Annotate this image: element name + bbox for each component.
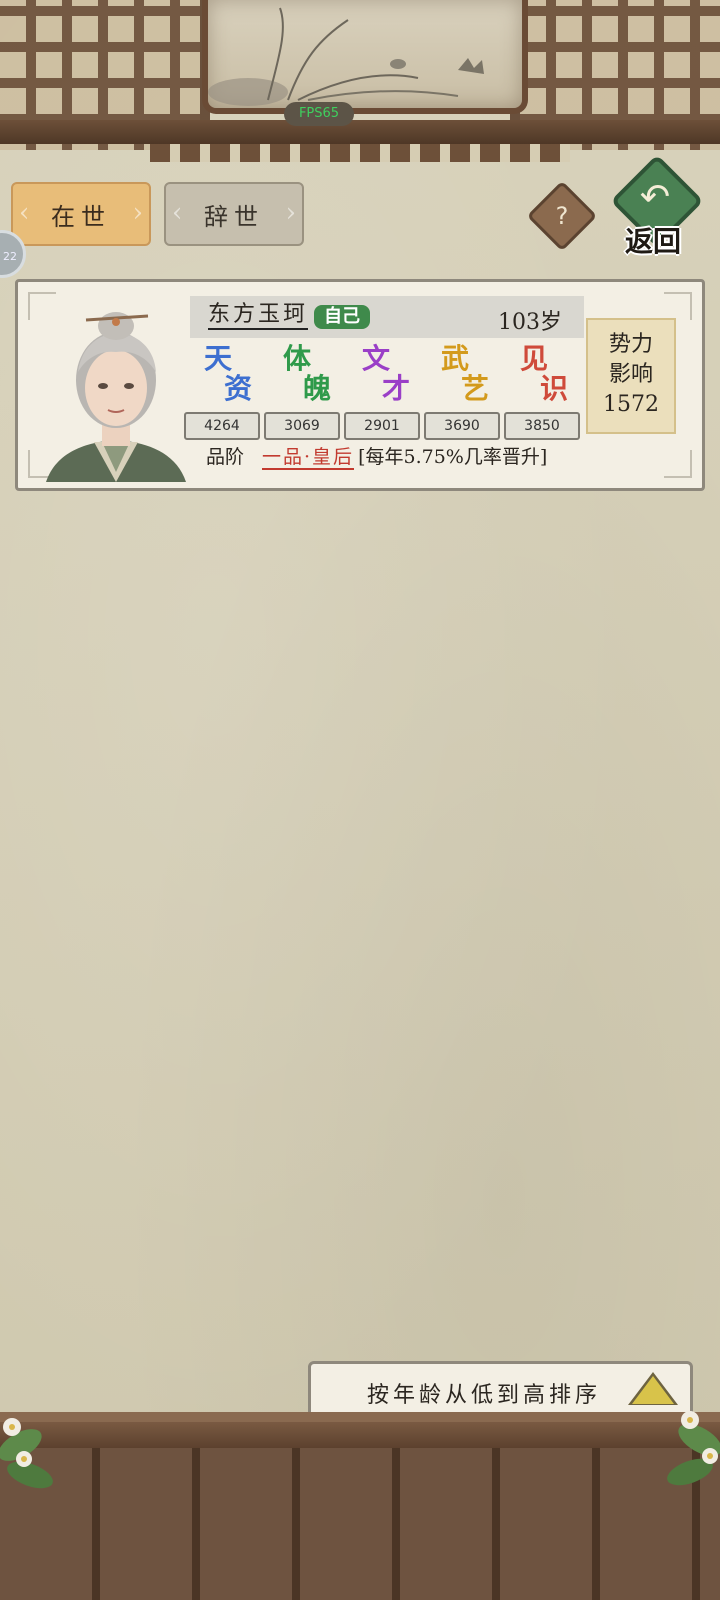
stat-physique-value: 3069 [264,412,340,440]
back-button[interactable]: ↶ 返回 [602,154,704,260]
stat-talent: 天资 [194,344,270,408]
question-icon: ? [555,202,569,230]
stat-martial: 武艺 [431,344,507,408]
rank-promotion-note: [每年5.75%几率晋升] [358,446,548,468]
stat-label-char: 魄 [303,372,332,405]
stat-label-char: 武 [441,342,470,375]
stat-insight-value: 3850 [504,412,580,440]
influence-label-line2: 影响 [608,362,653,387]
tab-alive-label: 在世 [51,202,111,231]
character-name[interactable]: 东方玉珂 [208,302,309,330]
flower-decoration-right [667,1411,720,1486]
stat-literary: 文才 [352,344,428,408]
stat-label-char: 文 [362,342,391,375]
sort-by-age-button[interactable]: 按年龄从低到高排序 [308,1361,693,1419]
chevron-left-icon: ‹ [172,198,183,228]
stat-insight: 见识 [510,344,586,408]
stat-martial-value: 3690 [424,412,500,440]
bottom-window-frame [0,1412,720,1600]
tab-deceased[interactable]: ‹ 辞世 › [164,182,304,246]
ink-painting [202,0,528,114]
rank-line: 品阶 一品·皇后 [每年5.75%几率晋升] [206,442,548,470]
top-beam [0,120,720,144]
stat-label-char: 识 [540,372,569,405]
character-age: 103岁 [498,310,562,335]
card-corner-ornament [664,292,692,320]
return-arrow-icon: ↶ [639,177,671,218]
top-window-frame: FPS65 [0,0,720,175]
influence-label-line1: 势力 [608,332,653,357]
flower-decoration-left [0,1418,53,1489]
tab-alive[interactable]: ‹ 在世 › [11,182,151,246]
name-bar: 东方玉珂 自己 103岁 [190,296,584,338]
stat-label-char: 体 [283,342,312,375]
character-portrait[interactable] [36,292,196,482]
self-tag-badge: 自己 [314,305,370,329]
bottom-wood-panels [0,1448,720,1600]
sort-label: 按年龄从低到高排序 [367,1383,602,1408]
stat-literary-value: 2901 [344,412,420,440]
bottom-beam [0,1422,720,1448]
stat-physique: 体魄 [273,344,349,408]
stat-label-char: 才 [382,372,411,405]
top-railing [150,144,570,162]
stat-label-char: 天 [204,342,233,375]
card-corner-ornament [664,450,692,478]
rank-label: 品阶 [206,446,245,468]
influence-value: 1572 [603,392,659,417]
stat-label-char: 艺 [461,372,490,405]
rank-title: 一品·皇后 [262,446,355,470]
back-button-label: 返回 [624,225,681,258]
tab-deceased-label: 辞世 [204,202,264,231]
fps-counter: FPS65 [284,102,354,126]
chevron-right-icon: › [285,198,296,228]
stat-label-char: 资 [224,372,253,405]
character-card[interactable]: 东方玉珂 自己 103岁 天资 体魄 文才 武艺 见识 4264 3069 29… [15,279,705,491]
stat-label-char: 见 [520,342,549,375]
chevron-right-icon: › [132,198,143,228]
influence-box: 势力 影响 1572 [586,318,676,434]
stat-talent-value: 4264 [184,412,260,440]
chevron-left-icon: ‹ [19,198,30,228]
